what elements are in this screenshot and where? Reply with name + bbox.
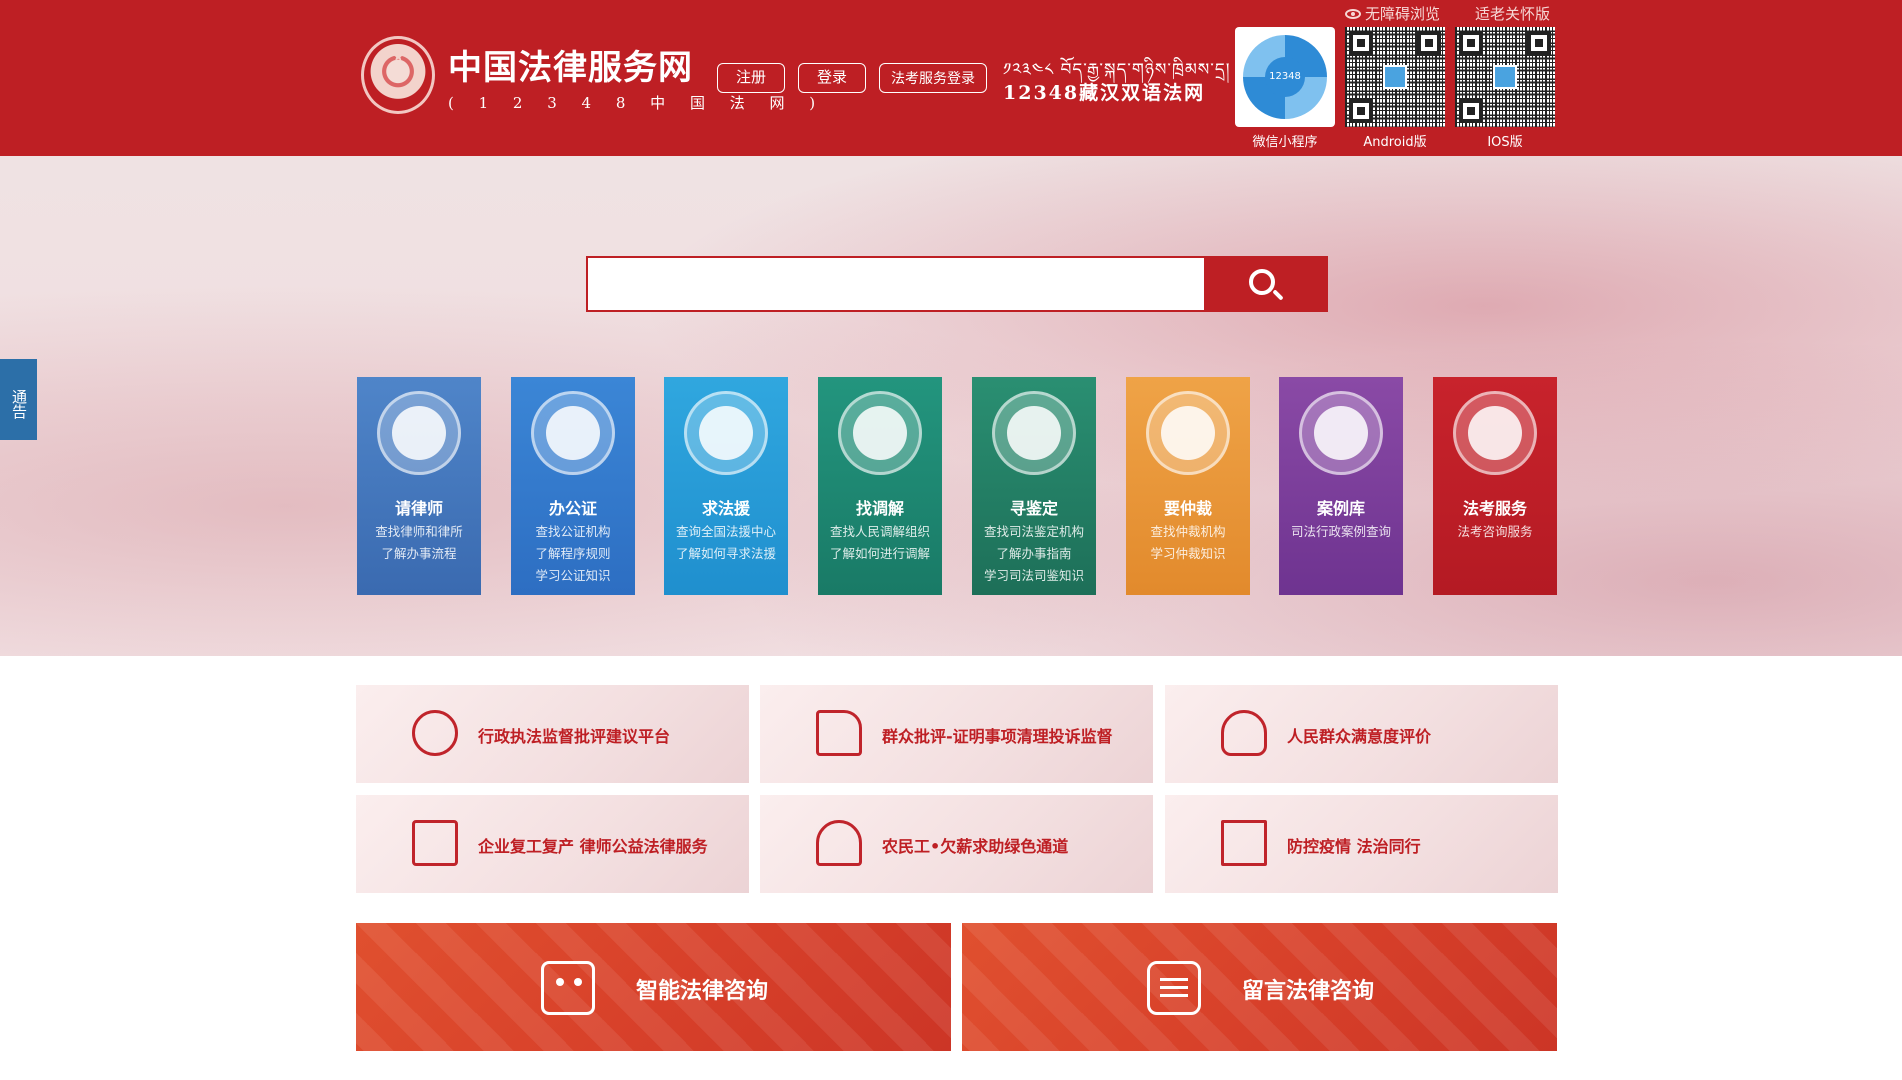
tile-desc: 查找律师和律所 了解办事流程 (375, 524, 463, 561)
login-button[interactable]: 登录 (798, 63, 866, 93)
qr-finder (1417, 31, 1441, 55)
justice-scales-icon (1453, 391, 1537, 475)
tile-desc: 查找司法鉴定机构 了解办事指南 学习司法司鉴知识 (983, 524, 1084, 583)
thumbs-up-icon (816, 710, 862, 756)
tile-mediation[interactable]: 找调解 查找人民调解组织 了解如何进行调解 (818, 377, 942, 595)
tile-desc: 查找仲裁机构 学习仲裁知识 (1150, 524, 1226, 561)
card-label: 行政执法监督批评建议平台 (478, 727, 671, 746)
tile-notary[interactable]: 办公证 查找公证机构 了解程序规则 学习公证知识 (511, 377, 635, 595)
tile-desc: 查询全国法援中心 了解如何寻求法援 (675, 524, 776, 561)
eye-icon (1345, 9, 1361, 19)
tile-desc: 法考咨询服务 (1457, 524, 1533, 539)
accessibility-label: 无障碍浏览 (1365, 5, 1441, 23)
register-button[interactable]: 注册 (717, 63, 785, 93)
tile-desc: 查找人民调解组织 了解如何进行调解 (829, 524, 930, 561)
notice-side-tab[interactable]: 通告 (0, 359, 37, 440)
tile-title: 法考服务 (1462, 499, 1527, 518)
search-input[interactable] (588, 258, 1204, 310)
search-button[interactable] (1204, 258, 1326, 310)
accessibility-link[interactable]: 无障碍浏览 (1345, 3, 1440, 24)
tile-arbitration[interactable]: 要仲裁 查找仲裁机构 学习仲裁知识 (1126, 377, 1250, 595)
tile-title: 要仲裁 (1163, 499, 1212, 518)
appraisal-seal-icon (992, 391, 1076, 475)
bilingual-site-link[interactable]: 12348藏汉双语法网 (1003, 78, 1205, 105)
card-label: 人民群众满意度评价 (1287, 727, 1432, 746)
qr-finder (1527, 31, 1551, 55)
tile-find-lawyer[interactable]: 请律师 查找律师和律所 了解办事流程 (357, 377, 481, 595)
worker-icon (816, 820, 862, 866)
monitor-icon (412, 710, 458, 756)
robot-icon (541, 961, 595, 1015)
android-qr (1345, 27, 1445, 127)
card-migrant-worker-wages[interactable]: 农民工•欠薪求助绿色通道 (760, 795, 1153, 893)
elder-care-link[interactable]: 适老关怀版 (1475, 3, 1550, 24)
notary-emblem-icon (531, 391, 615, 475)
smart-legal-consult-banner[interactable]: 智能法律咨询 (356, 923, 951, 1051)
tile-title: 寻鉴定 (1009, 499, 1058, 518)
tile-exam-service[interactable]: 法考服务 法考咨询服务 (1433, 377, 1557, 595)
message-legal-consult-banner[interactable]: 留言法律咨询 (962, 923, 1557, 1051)
card-enterprise-resumption[interactable]: 企业复工复产 律师公益法律服务 (356, 795, 749, 893)
qr-center-text: 12348 (1265, 57, 1305, 97)
form-edit-icon (1221, 820, 1267, 866)
message-consult-label: 留言法律咨询 (1242, 979, 1375, 1004)
tile-title: 找调解 (855, 499, 904, 518)
qr-label-wechat: 微信小程序 (1252, 135, 1318, 150)
exam-service-login-button[interactable]: 法考服务登录 (879, 63, 987, 93)
site-subtitle: ( 1 2 3 4 8 中 国 法 网 ) (448, 94, 826, 112)
person-heart-icon (1221, 710, 1267, 756)
hero-banner (0, 156, 1902, 656)
search-icon (1249, 269, 1275, 295)
qr-logo (1383, 65, 1407, 89)
wechat-miniprogram-qr: 12348 (1235, 27, 1335, 127)
site-header: ★ 中国法律服务网 ( 1 2 3 4 8 中 国 法 网 ) 注册 登录 法考… (0, 0, 1902, 156)
site-title[interactable]: 中国法律服务网 (448, 40, 693, 89)
ios-qr (1455, 27, 1555, 127)
qr-finder (1459, 31, 1483, 55)
chat-bubble-icon (1147, 961, 1201, 1015)
qr-label-android: Android版 (1363, 135, 1427, 150)
tile-desc: 司法行政案例查询 (1290, 524, 1391, 539)
card-label: 群众批评-证明事项清理投诉监督 (882, 727, 1113, 746)
tile-title: 请律师 (394, 499, 443, 518)
card-label: 农民工•欠薪求助绿色通道 (882, 837, 1069, 856)
lawyers-association-icon (377, 391, 461, 475)
national-emblem-logo[interactable]: ★ (361, 36, 435, 114)
search-bar (586, 256, 1328, 312)
qr-finder (1349, 31, 1373, 55)
qr-finder (1349, 99, 1373, 123)
card-epidemic-rule-of-law[interactable]: 防控疫情 法治同行 (1165, 795, 1558, 893)
card-enforcement-supervision[interactable]: 行政执法监督批评建议平台 (356, 685, 749, 783)
qr-label-ios: IOS版 (1487, 135, 1523, 150)
smart-consult-label: 智能法律咨询 (636, 979, 769, 1004)
tile-desc: 查找公证机构 了解程序规则 学习公证知识 (535, 524, 611, 583)
qr-logo (1493, 65, 1517, 89)
tile-title: 案例库 (1316, 499, 1365, 518)
tile-case-library[interactable]: 案例库 司法行政案例查询 (1279, 377, 1403, 595)
card-label: 防控疫情 法治同行 (1287, 837, 1421, 856)
tile-forensic-appraisal[interactable]: 寻鉴定 查找司法鉴定机构 了解办事指南 学习司法司鉴知识 (972, 377, 1096, 595)
tile-title: 求法援 (701, 499, 750, 518)
document-search-icon (412, 820, 458, 866)
legal-aid-shield-icon (684, 391, 768, 475)
card-certificate-complaint[interactable]: 群众批评-证明事项清理投诉监督 (760, 685, 1153, 783)
card-satisfaction-evaluation[interactable]: 人民群众满意度评价 (1165, 685, 1558, 783)
qr-finder (1459, 99, 1483, 123)
tile-legal-aid[interactable]: 求法援 查询全国法援中心 了解如何寻求法援 (664, 377, 788, 595)
books-icon (1299, 391, 1383, 475)
handshake-icon (838, 391, 922, 475)
card-label: 企业复工复产 律师公益法律服务 (478, 837, 708, 856)
arbitration-emblem-icon (1146, 391, 1230, 475)
tile-title: 办公证 (548, 499, 597, 518)
